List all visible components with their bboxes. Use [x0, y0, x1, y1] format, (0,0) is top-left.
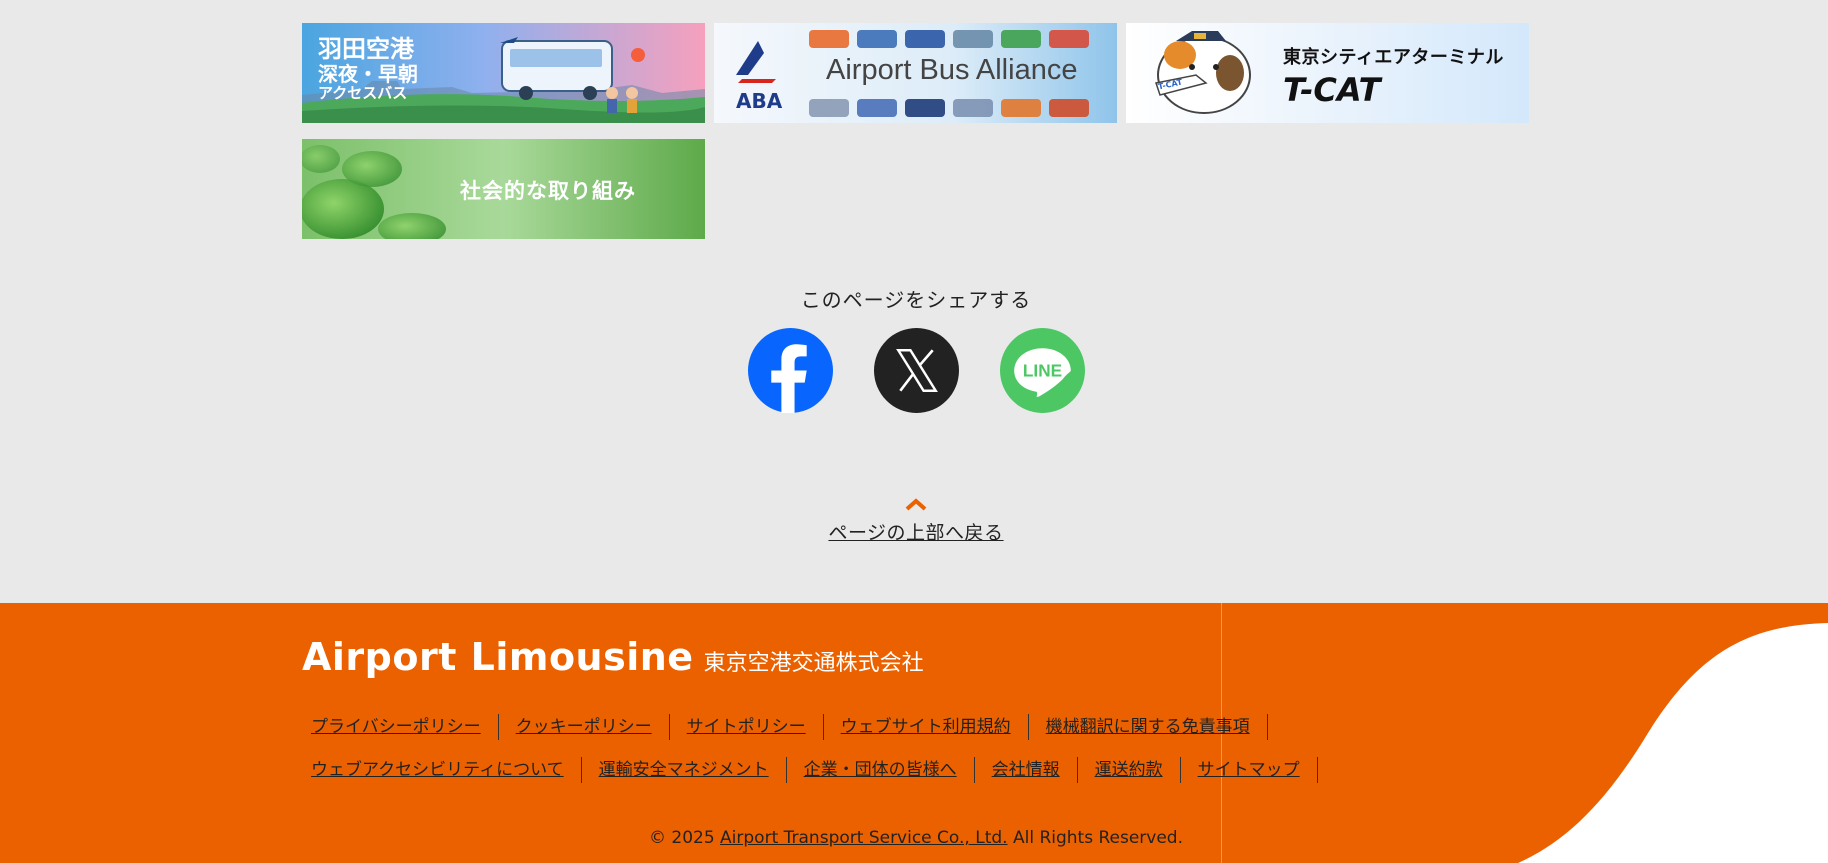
footer-link-sitemap[interactable]: サイトマップ: [1181, 757, 1318, 783]
site-footer: Airport Limousine 東京空港交通株式会社 プライバシーポリシー …: [0, 603, 1828, 863]
footer-wave-decoration: [1518, 623, 1828, 863]
footer-link-company-info[interactable]: 会社情報: [975, 757, 1078, 783]
share-title: このページをシェアする: [800, 288, 1032, 312]
chevron-up-icon: [905, 498, 927, 511]
footer-link-privacy-policy[interactable]: プライバシーポリシー: [302, 714, 499, 740]
copyright-company-link[interactable]: Airport Transport Service Co., Ltd.: [720, 828, 1008, 848]
back-to-top-label: ページの上部へ戻る: [828, 522, 1004, 544]
line-icon-text: LINE: [1023, 361, 1062, 381]
line-icon: LINE: [1000, 328, 1085, 413]
footer-links-row2: ウェブアクセシビリティについて 運輸安全マネジメント 企業・団体の皆様へ 会社情…: [302, 757, 1318, 783]
banner-airport-bus-alliance[interactable]: ABA Airport Bus Alliance: [714, 23, 1117, 123]
banner-social-initiatives[interactable]: 社会的な取り組み: [302, 139, 705, 239]
banner-tcat[interactable]: T-CAT 東京シティエアターミナル T-CAT: [1126, 23, 1529, 123]
copyright: © 2025 Airport Transport Service Co., Lt…: [0, 828, 1828, 848]
footer-link-web-accessibility[interactable]: ウェブアクセシビリティについて: [302, 757, 582, 783]
banner1-line2: 深夜・早朝: [318, 61, 418, 86]
aba-title: Airport Bus Alliance: [826, 54, 1078, 86]
copyright-suffix: All Rights Reserved.: [1012, 828, 1184, 848]
footer-link-translation-disclaimer[interactable]: 機械翻訳に関する免責事項: [1029, 714, 1268, 740]
banner-haneda-access-bus[interactable]: 羽田空港 深夜・早朝 アクセスバス: [302, 23, 705, 123]
x-share-button[interactable]: [874, 328, 959, 413]
x-icon: [874, 328, 959, 413]
brand-name: Airport Limousine: [302, 635, 694, 679]
footer-links-row1: プライバシーポリシー クッキーポリシー サイトポリシー ウェブサイト利用規約 機…: [302, 714, 1268, 740]
aba-logo-text: ABA: [736, 89, 783, 113]
footer-link-terms-of-use[interactable]: ウェブサイト利用規約: [824, 714, 1029, 740]
tcat-title-jp: 東京シティエアターミナル: [1283, 47, 1504, 68]
line-share-button[interactable]: LINE: [1000, 328, 1085, 413]
back-to-top-link[interactable]: ページの上部へ戻る: [0, 496, 1828, 545]
banner1-line1: 羽田空港: [318, 35, 414, 63]
footer-logo[interactable]: Airport Limousine 東京空港交通株式会社: [302, 635, 924, 679]
share-icons: LINE: [748, 328, 1088, 414]
facebook-share-button[interactable]: [748, 328, 833, 413]
footer-link-corporate-groups[interactable]: 企業・団体の皆様へ: [787, 757, 975, 783]
social-banner-title: 社会的な取り組み: [460, 179, 636, 203]
company-name: 東京空港交通株式会社: [703, 651, 924, 676]
footer-link-site-policy[interactable]: サイトポリシー: [670, 714, 824, 740]
facebook-icon: [748, 328, 833, 413]
tcat-title-en: T-CAT: [1283, 71, 1381, 109]
banner1-line3: アクセスバス: [318, 84, 408, 103]
footer-link-safety-management[interactable]: 運輸安全マネジメント: [582, 757, 787, 783]
footer-link-cookie-policy[interactable]: クッキーポリシー: [499, 714, 670, 740]
footer-link-conditions-of-carriage[interactable]: 運送約款: [1078, 757, 1181, 783]
copyright-prefix: © 2025: [648, 828, 715, 848]
